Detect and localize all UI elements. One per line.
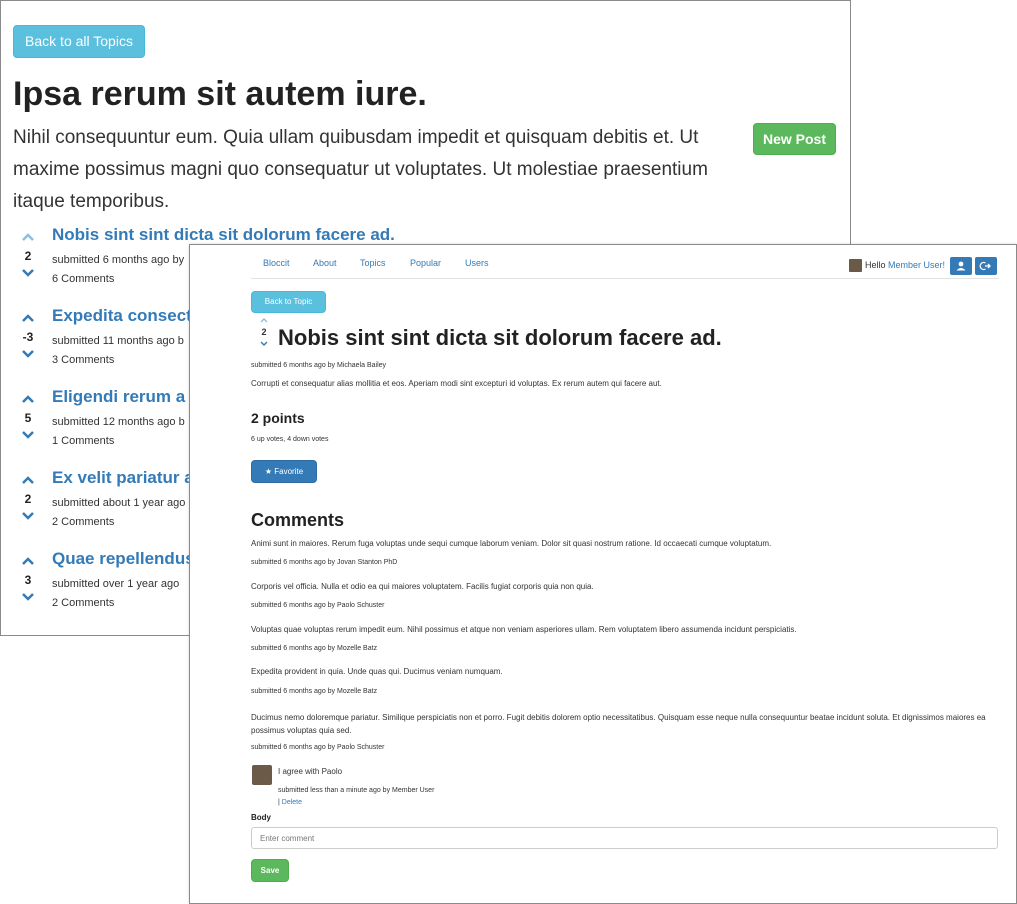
- downvote-icon[interactable]: [20, 347, 36, 361]
- post-body: Corrupti et consequatur alias mollitia e…: [251, 379, 662, 388]
- star-icon: ★: [264, 467, 273, 476]
- nav-item-bloccit[interactable]: Bloccit: [263, 258, 290, 268]
- own-comment-meta: submitted less than a minute ago by Memb…: [278, 787, 435, 794]
- user-profile-link[interactable]: Member User!: [888, 260, 945, 270]
- user-profile-button[interactable]: [950, 257, 972, 275]
- post-title-link[interactable]: Quae repellendus: [52, 549, 195, 569]
- comment-meta: submitted 6 months ago by Mozelle Batz: [251, 645, 378, 652]
- comment-input[interactable]: [251, 827, 998, 849]
- comment-meta: submitted 6 months ago by Paolo Schuster: [251, 602, 385, 609]
- post-comments-count: 2 Comments: [52, 516, 115, 528]
- body-label: Body: [251, 813, 271, 822]
- sign-out-button[interactable]: [975, 257, 997, 275]
- topic-description: Nihil consequuntur eum. Quia ullam quibu…: [13, 127, 708, 212]
- nav-item-users[interactable]: Users: [465, 258, 489, 268]
- user-greeting: Hello Member User!: [865, 260, 945, 270]
- back-to-topic-button[interactable]: Back to Topic: [251, 291, 326, 313]
- separator: |: [278, 799, 280, 806]
- post-title-link[interactable]: Eligendi rerum a p: [52, 387, 200, 407]
- upvote-icon[interactable]: [20, 554, 36, 568]
- post-submitted: submitted 6 months ago by: [52, 254, 185, 266]
- vote-breakdown: 6 up votes, 4 down votes: [251, 436, 329, 443]
- favorite-label: Favorite: [274, 467, 304, 476]
- post-score: 2: [261, 327, 267, 337]
- downvote-icon[interactable]: [20, 266, 36, 280]
- comment-meta: submitted 6 months ago by Paolo Schuster: [251, 744, 385, 751]
- upvote-icon[interactable]: [20, 311, 36, 325]
- post-submitted: submitted 11 months ago b: [52, 335, 184, 347]
- comments-heading: Comments: [251, 510, 345, 530]
- post-score: 3: [24, 573, 32, 587]
- post-comments-count: 2 Comments: [52, 597, 115, 609]
- post-submitted: submitted about 1 year ago: [52, 497, 186, 509]
- comment-body: Voluptas quae voluptas rerum impedit eum…: [251, 625, 797, 634]
- favorite-button[interactable]: ★ Favorite: [251, 460, 317, 483]
- downvote-icon[interactable]: [20, 428, 36, 442]
- comment-body: Corporis vel officia. Nulla et odio ea q…: [251, 582, 594, 591]
- nav-item-topics[interactable]: Topics: [360, 258, 386, 268]
- upvote-icon[interactable]: [20, 473, 36, 487]
- comment-body: Ducimus nemo doloremque pariatur. Simili…: [251, 713, 986, 735]
- post-score: 2: [24, 249, 32, 263]
- post-score: 5: [24, 411, 32, 425]
- downvote-icon[interactable]: [260, 341, 268, 347]
- post-score: 2: [24, 492, 32, 506]
- user-avatar: [849, 259, 862, 272]
- post-title: Nobis sint sint dicta sit dolorum facere…: [278, 325, 722, 350]
- post-submitted: submitted 12 months ago b: [52, 416, 185, 428]
- topic-title: Ipsa rerum sit autem iure.: [13, 75, 427, 113]
- post-title-link[interactable]: Expedita consect: [52, 306, 192, 326]
- post-comments-count: 6 Comments: [52, 273, 115, 285]
- navbar: Bloccit About Topics Popular Users Hello…: [251, 245, 999, 279]
- points-total: 2 points: [251, 410, 305, 426]
- nav-item-about[interactable]: About: [313, 258, 337, 268]
- save-button[interactable]: Save: [251, 859, 289, 882]
- comment-body: Expedita provident in quia. Unde quas qu…: [251, 667, 503, 676]
- post-comments-count: 1 Comments: [52, 435, 115, 447]
- post-title-link[interactable]: Ex velit pariatur a: [52, 468, 194, 488]
- comment-meta: submitted 6 months ago by Mozelle Batz: [251, 688, 378, 695]
- nav-item-popular[interactable]: Popular: [410, 258, 441, 268]
- user-icon: [956, 261, 966, 271]
- comment-meta: submitted 6 months ago by Jovan Stanton …: [251, 559, 398, 566]
- comment-body: Animi sunt in maiores. Rerum fuga volupt…: [251, 539, 772, 548]
- upvote-icon[interactable]: [20, 392, 36, 406]
- post-score: -3: [22, 330, 34, 344]
- post-title-link[interactable]: Nobis sint sint dicta sit dolorum facere…: [52, 225, 395, 245]
- new-post-button[interactable]: New Post: [753, 123, 836, 155]
- vote-widget: 2: [258, 317, 270, 351]
- own-comment-body: I agree with Paolo: [278, 767, 343, 776]
- post-comments-count: 3 Comments: [52, 354, 115, 366]
- comment-actions: | Delete: [278, 799, 302, 806]
- post-submitted: submitted over 1 year ago: [52, 578, 180, 590]
- upvote-icon[interactable]: [20, 230, 36, 244]
- upvote-icon[interactable]: [260, 317, 268, 323]
- downvote-icon[interactable]: [20, 590, 36, 604]
- delete-comment-link[interactable]: Delete: [282, 799, 302, 806]
- downvote-icon[interactable]: [20, 509, 36, 523]
- post-page-window: Bloccit About Topics Popular Users Hello…: [189, 244, 1017, 904]
- back-to-topics-button[interactable]: Back to all Topics: [13, 25, 145, 58]
- sign-out-icon: [979, 261, 991, 271]
- commenter-avatar: [252, 765, 272, 785]
- greeting-text: Hello: [865, 260, 886, 270]
- post-submitted: submitted 6 months ago by Michaela Baile…: [251, 362, 387, 369]
